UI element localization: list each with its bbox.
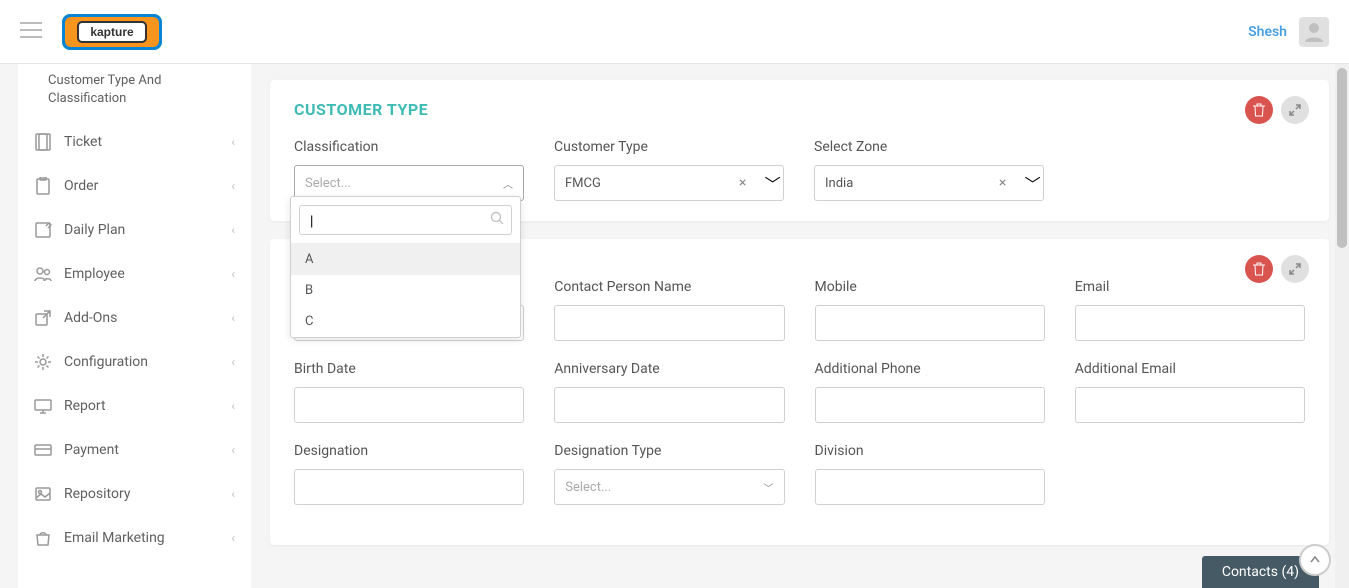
additional-phone-input[interactable] bbox=[815, 387, 1045, 423]
sidebar-item-report[interactable]: Report ‹ bbox=[18, 384, 251, 428]
select-value: India bbox=[825, 176, 853, 191]
image-icon bbox=[34, 485, 52, 503]
division-input[interactable] bbox=[815, 469, 1045, 505]
mobile-input[interactable] bbox=[815, 305, 1045, 341]
chevron-down-icon: ﹀ bbox=[764, 480, 774, 495]
select-zone-label: Select Zone bbox=[814, 139, 1044, 155]
sidebar-item-repository[interactable]: Repository ‹ bbox=[18, 472, 251, 516]
sidebar-item-payment[interactable]: Payment ‹ bbox=[18, 428, 251, 472]
chevron-down-icon[interactable]: ﹀ bbox=[762, 165, 784, 201]
ticket-icon bbox=[34, 133, 52, 151]
designation-type-label: Designation Type bbox=[554, 443, 784, 459]
logo[interactable]: kapture bbox=[62, 10, 162, 54]
sidebar-item-label: Daily Plan bbox=[64, 222, 125, 238]
avatar[interactable] bbox=[1299, 17, 1329, 47]
sidebar-item-employee[interactable]: Employee ‹ bbox=[18, 252, 251, 296]
sidebar-item-label: Repository bbox=[64, 486, 130, 502]
header: kapture Shesh bbox=[0, 0, 1349, 64]
birth-date-input[interactable] bbox=[294, 387, 524, 423]
edit-icon bbox=[34, 221, 52, 239]
select-value: FMCG bbox=[565, 176, 601, 191]
chevron-down-icon[interactable]: ﹀ bbox=[1022, 165, 1044, 201]
designation-input[interactable] bbox=[294, 469, 524, 505]
delete-button[interactable] bbox=[1245, 255, 1273, 283]
chevron-left-icon: ‹ bbox=[231, 399, 235, 413]
chevron-left-icon: ‹ bbox=[231, 179, 235, 193]
svg-text:kapture: kapture bbox=[90, 25, 134, 39]
sidebar-item-ticket[interactable]: Ticket ‹ bbox=[18, 120, 251, 164]
sidebar-item-label: Report bbox=[64, 398, 106, 414]
contact-person-label: Contact Person Name bbox=[554, 279, 784, 295]
anniversary-date-input[interactable] bbox=[554, 387, 784, 423]
chevron-left-icon: ‹ bbox=[231, 443, 235, 457]
header-right: Shesh bbox=[1248, 17, 1329, 47]
users-icon bbox=[34, 265, 52, 283]
classification-dropdown: A B C bbox=[290, 196, 521, 338]
additional-phone-label: Additional Phone bbox=[815, 361, 1045, 377]
search-icon bbox=[490, 211, 504, 229]
sidebar-item-label: Email Marketing bbox=[64, 530, 165, 546]
clear-icon[interactable]: × bbox=[999, 175, 1006, 191]
additional-email-label: Additional Email bbox=[1075, 361, 1305, 377]
dropdown-search-input[interactable] bbox=[299, 205, 512, 235]
monitor-icon bbox=[34, 397, 52, 415]
contact-person-input[interactable] bbox=[554, 305, 784, 341]
select-zone-select[interactable]: India × bbox=[814, 165, 1022, 201]
division-label: Division bbox=[815, 443, 1045, 459]
chevron-left-icon: ‹ bbox=[231, 311, 235, 325]
scroll-top-button[interactable] bbox=[1299, 544, 1331, 576]
chevron-left-icon: ‹ bbox=[231, 355, 235, 369]
mobile-label: Mobile bbox=[815, 279, 1045, 295]
designation-type-select[interactable]: Select... ﹀ bbox=[554, 469, 784, 505]
dropdown-option-b[interactable]: B bbox=[291, 275, 520, 306]
sidebar-item-customer-type[interactable]: Customer Type And Classification bbox=[18, 64, 251, 120]
sidebar-item-order[interactable]: Order ‹ bbox=[18, 164, 251, 208]
sidebar-item-configuration[interactable]: Configuration ‹ bbox=[18, 340, 251, 384]
clear-icon[interactable]: × bbox=[739, 175, 746, 191]
card-icon bbox=[34, 441, 52, 459]
sidebar: Customer Type And Classification Ticket … bbox=[18, 64, 251, 588]
chevron-up-icon: ︿ bbox=[503, 176, 513, 191]
expand-button[interactable] bbox=[1281, 255, 1309, 283]
chevron-left-icon: ‹ bbox=[231, 267, 235, 281]
delete-button[interactable] bbox=[1245, 96, 1273, 124]
select-placeholder: Select... bbox=[305, 176, 351, 191]
sidebar-item-email-marketing[interactable]: Email Marketing ‹ bbox=[18, 516, 251, 560]
chevron-left-icon: ‹ bbox=[231, 487, 235, 501]
bag-icon bbox=[34, 529, 52, 547]
sidebar-item-label: Employee bbox=[64, 266, 125, 282]
additional-email-input[interactable] bbox=[1075, 387, 1305, 423]
sidebar-item-label: Add-Ons bbox=[64, 310, 117, 326]
header-left: kapture bbox=[20, 10, 162, 54]
chevron-left-icon: ‹ bbox=[231, 531, 235, 545]
sidebar-item-daily-plan[interactable]: Daily Plan ‹ bbox=[18, 208, 251, 252]
clipboard-icon bbox=[34, 177, 52, 195]
designation-label: Designation bbox=[294, 443, 524, 459]
sidebar-item-label: Ticket bbox=[64, 134, 102, 150]
menu-toggle-icon[interactable] bbox=[20, 21, 42, 43]
sidebar-item-label: Configuration bbox=[64, 354, 148, 370]
select-placeholder: Select... bbox=[565, 480, 611, 495]
email-input[interactable] bbox=[1075, 305, 1305, 341]
gear-icon bbox=[34, 353, 52, 371]
customer-type-select[interactable]: FMCG × bbox=[554, 165, 762, 201]
birth-date-label: Birth Date bbox=[294, 361, 524, 377]
dropdown-option-c[interactable]: C bbox=[291, 306, 520, 337]
scrollbar-thumb[interactable] bbox=[1337, 68, 1347, 248]
username-label[interactable]: Shesh bbox=[1248, 24, 1287, 40]
chevron-left-icon: ‹ bbox=[231, 135, 235, 149]
anniversary-date-label: Anniversary Date bbox=[554, 361, 784, 377]
classification-label: Classification bbox=[294, 139, 524, 155]
sidebar-item-label: Payment bbox=[64, 442, 119, 458]
scrollbar-track[interactable] bbox=[1335, 64, 1349, 588]
card-title: CUSTOMER TYPE bbox=[294, 100, 1305, 119]
chevron-left-icon: ‹ bbox=[231, 223, 235, 237]
dropdown-option-a[interactable]: A bbox=[291, 244, 520, 275]
external-icon bbox=[34, 309, 52, 327]
expand-button[interactable] bbox=[1281, 96, 1309, 124]
sidebar-item-addons[interactable]: Add-Ons ‹ bbox=[18, 296, 251, 340]
customer-type-label: Customer Type bbox=[554, 139, 784, 155]
sidebar-item-label: Order bbox=[64, 178, 98, 194]
